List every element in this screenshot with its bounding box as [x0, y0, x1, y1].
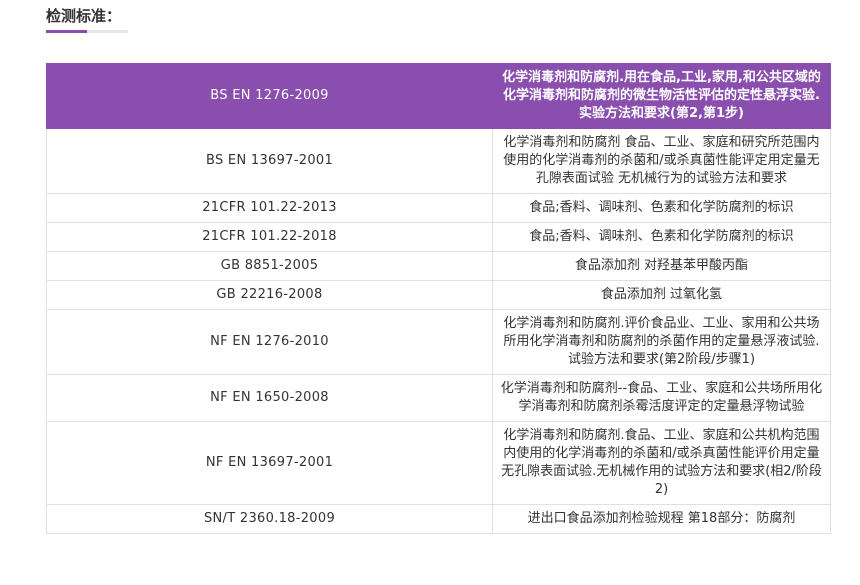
standard-code: NF EN 1650-2008 [46, 374, 493, 422]
table-row: 21CFR 101.22-2013 食品;香料、调味剂、色素和化学防腐剂的标识 [46, 193, 831, 223]
table-header-row: BS EN 1276-2009 化学消毒剂和防腐剂.用在食品,工业,家用,和公共… [46, 63, 831, 129]
standard-code: 21CFR 101.22-2013 [46, 193, 493, 223]
standard-name: 食品添加剂 过氧化氢 [492, 280, 831, 310]
standard-name: 化学消毒剂和防腐剂 食品、工业、家庭和研究所范围内使用的化学消毒剂的杀菌和/或杀… [492, 128, 831, 194]
table-row: BS EN 13697-2001 化学消毒剂和防腐剂 食品、工业、家庭和研究所范… [46, 128, 831, 194]
title-underline [46, 30, 128, 33]
section-title: 检测标准： [46, 7, 122, 25]
table-header-code: BS EN 1276-2009 [46, 63, 493, 129]
standard-name: 进出口食品添加剂检验规程 第18部分：防腐剂 [492, 504, 831, 534]
standards-table: BS EN 1276-2009 化学消毒剂和防腐剂.用在食品,工业,家用,和公共… [46, 63, 831, 534]
page: 检测标准： BS EN 1276-2009 化学消毒剂和防腐剂.用在食品,工业,… [0, 0, 860, 585]
standard-code: 21CFR 101.22-2018 [46, 222, 493, 252]
standard-code: GB 8851-2005 [46, 251, 493, 281]
standard-name: 食品;香料、调味剂、色素和化学防腐剂的标识 [492, 222, 831, 252]
standard-code: SN/T 2360.18-2009 [46, 504, 493, 534]
standard-name: 食品添加剂 对羟基苯甲酸丙酯 [492, 251, 831, 281]
standard-code: GB 22216-2008 [46, 280, 493, 310]
table-row: NF EN 1650-2008 化学消毒剂和防腐剂--食品、工业、家庭和公共场所… [46, 374, 831, 422]
table-header-name: 化学消毒剂和防腐剂.用在食品,工业,家用,和公共区域的化学消毒剂和防腐剂的微生物… [492, 63, 831, 129]
standard-name: 化学消毒剂和防腐剂.评价食品业、工业、家用和公共场所用化学消毒剂和防腐剂的杀菌作… [492, 309, 831, 375]
standard-name: 化学消毒剂和防腐剂.食品、工业、家庭和公共机构范围内使用的化学消毒剂的杀菌和/或… [492, 421, 831, 505]
table-row: 21CFR 101.22-2018 食品;香料、调味剂、色素和化学防腐剂的标识 [46, 222, 831, 252]
standard-code: NF EN 13697-2001 [46, 421, 493, 505]
standard-name: 化学消毒剂和防腐剂--食品、工业、家庭和公共场所用化学消毒剂和防腐剂杀霉活度评定… [492, 374, 831, 422]
table-row: NF EN 1276-2010 化学消毒剂和防腐剂.评价食品业、工业、家用和公共… [46, 309, 831, 375]
standard-code: NF EN 1276-2010 [46, 309, 493, 375]
table-row: NF EN 13697-2001 化学消毒剂和防腐剂.食品、工业、家庭和公共机构… [46, 421, 831, 505]
table-row: GB 22216-2008 食品添加剂 过氧化氢 [46, 280, 831, 310]
standard-code: BS EN 13697-2001 [46, 128, 493, 194]
table-row: GB 8851-2005 食品添加剂 对羟基苯甲酸丙酯 [46, 251, 831, 281]
title-underline-accent [46, 30, 87, 33]
table-row: SN/T 2360.18-2009 进出口食品添加剂检验规程 第18部分：防腐剂 [46, 504, 831, 534]
standard-name: 食品;香料、调味剂、色素和化学防腐剂的标识 [492, 193, 831, 223]
